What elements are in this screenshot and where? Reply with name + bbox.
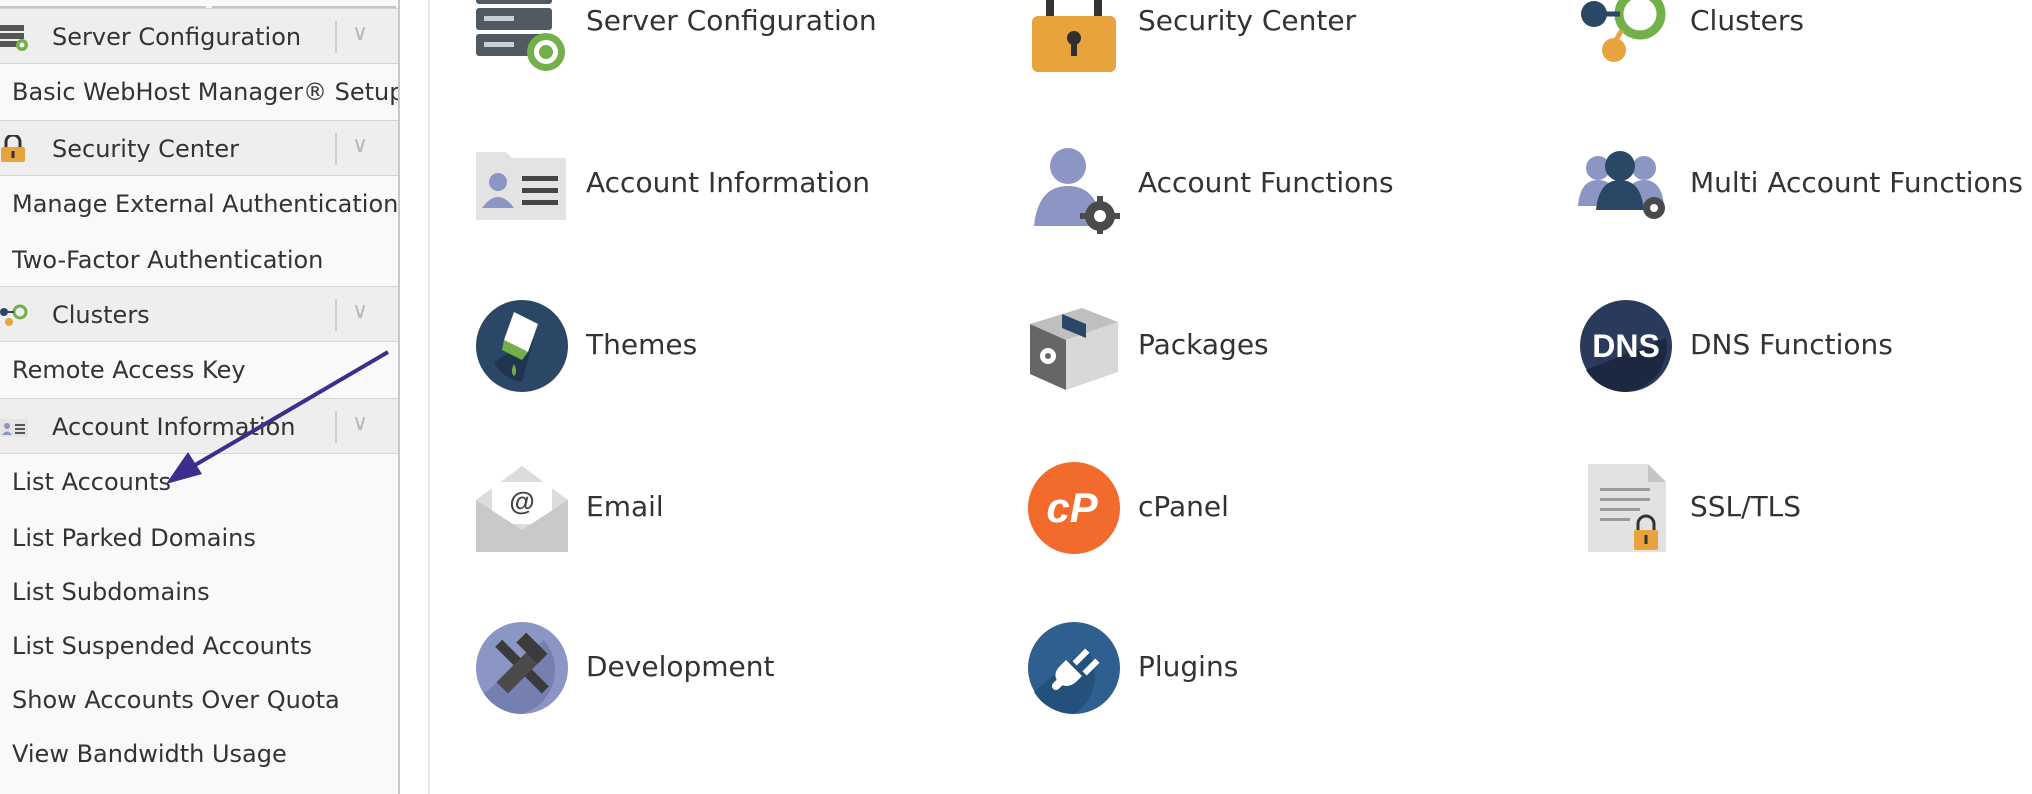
sidebar-top-edge	[0, 0, 398, 8]
tile-security-center[interactable]: Security Center	[1026, 0, 1446, 78]
server-config-icon	[0, 23, 30, 51]
sidebar-item-remote-access-key[interactable]: Remote Access Key	[0, 342, 398, 398]
sidebar-item-label: List Suspended Accounts	[12, 632, 313, 660]
sidebar-item-label: List Parked Domains	[12, 524, 256, 552]
sidebar-item-label: Show Accounts Over Quota	[12, 686, 340, 714]
tile-label: Security Center	[1138, 4, 1357, 37]
sidebar-item-label: List Accounts	[12, 468, 171, 496]
chevron-down-icon[interactable]: ∨	[352, 21, 368, 46]
tile-label: Email	[586, 490, 664, 523]
sidebar-item-label: List Subdomains	[12, 578, 210, 606]
sidebar-item-show-accounts-over-quota[interactable]: Show Accounts Over Quota	[0, 672, 398, 726]
tile-label: Plugins	[1138, 650, 1239, 683]
sidebar-item-label: Manage External Authentications	[12, 190, 400, 218]
tile-email[interactable]: @ Email	[474, 460, 894, 560]
sidebar-category-account-information[interactable]: Account Information ∨	[0, 398, 398, 454]
multi-user-gear-icon	[1578, 138, 1674, 234]
chevron-down-icon[interactable]: ∨	[352, 299, 368, 324]
plug-icon	[1026, 620, 1122, 716]
tile-label: cPanel	[1138, 490, 1229, 523]
tile-label: Server Configuration	[586, 4, 877, 37]
envelope-icon: @	[474, 460, 570, 556]
category-divider	[335, 21, 337, 53]
sidebar-item-list-subdomains[interactable]: List Subdomains	[0, 564, 398, 618]
tile-label: Development	[586, 650, 775, 683]
tile-account-information[interactable]: Account Information	[474, 138, 894, 238]
tile-label: Multi Account Functions	[1690, 166, 2023, 199]
clusters-icon	[0, 301, 30, 329]
sidebar-item-view-bandwidth-usage[interactable]: View Bandwidth Usage	[0, 726, 398, 780]
tile-account-functions[interactable]: Account Functions	[1026, 138, 1446, 238]
paint-brush-icon	[474, 298, 570, 394]
tile-clusters[interactable]: Clusters	[1578, 0, 1998, 78]
account-card-icon	[474, 138, 570, 234]
tile-multi-account-functions[interactable]: Multi Account Functions	[1578, 138, 2023, 238]
cpanel-logo-icon: cP	[1026, 460, 1122, 556]
category-divider	[335, 299, 337, 331]
category-divider	[335, 133, 337, 165]
tile-cpanel[interactable]: cP cPanel	[1026, 460, 1446, 560]
sidebar-item-label: Remote Access Key	[12, 356, 246, 384]
sidebar: Server Configuration ∨ Basic WebHost Man…	[0, 0, 400, 794]
sidebar-category-clusters[interactable]: Clusters ∨	[0, 286, 398, 342]
sidebar-item-basic-webhost-manager-setup[interactable]: Basic WebHost Manager® Setup	[0, 64, 398, 120]
svg-text:cP: cP	[1046, 484, 1098, 531]
sidebar-category-security-center[interactable]: Security Center ∨	[0, 120, 398, 176]
tile-label: Clusters	[1690, 4, 1804, 37]
tools-icon	[474, 620, 570, 716]
padlock-icon	[0, 133, 30, 163]
clusters-icon	[1578, 0, 1674, 74]
server-config-icon	[474, 0, 570, 74]
sidebar-category-server-configuration[interactable]: Server Configuration ∨	[0, 8, 398, 64]
tile-label: Account Functions	[1138, 166, 1394, 199]
sidebar-item-list-parked-domains[interactable]: List Parked Domains	[0, 510, 398, 564]
tile-label: Packages	[1138, 328, 1269, 361]
tile-label: SSL/TLS	[1690, 490, 1802, 523]
padlock-icon	[1026, 0, 1122, 74]
dns-icon: DNS	[1578, 298, 1674, 394]
sidebar-category-label: Account Information	[52, 413, 296, 441]
svg-text:DNS: DNS	[1592, 328, 1660, 364]
tile-dns-functions[interactable]: DNS DNS Functions	[1578, 298, 1998, 398]
category-divider	[335, 411, 337, 443]
sidebar-menu: Server Configuration ∨ Basic WebHost Man…	[0, 8, 398, 780]
sidebar-item-label: Basic WebHost Manager® Setup	[12, 78, 400, 106]
sidebar-item-two-factor-authentication[interactable]: Two-Factor Authentication	[0, 232, 398, 286]
sidebar-item-label: Two-Factor Authentication	[12, 246, 324, 274]
tile-label: Account Information	[586, 166, 871, 199]
account-card-icon	[0, 413, 30, 441]
sidebar-item-list-accounts[interactable]: List Accounts	[0, 454, 398, 510]
tile-themes[interactable]: Themes	[474, 298, 894, 398]
tile-packages[interactable]: Packages	[1026, 298, 1446, 398]
tile-server-configuration[interactable]: Server Configuration	[474, 0, 894, 78]
sidebar-category-label: Server Configuration	[52, 23, 302, 51]
chevron-down-icon[interactable]: ∨	[352, 411, 368, 436]
tile-label: DNS Functions	[1690, 328, 1893, 361]
svg-text:@: @	[509, 486, 534, 516]
content-divider	[428, 0, 430, 794]
sidebar-item-list-suspended-accounts[interactable]: List Suspended Accounts	[0, 618, 398, 672]
tile-label: Themes	[586, 328, 698, 361]
chevron-down-icon[interactable]: ∨	[352, 133, 368, 158]
tile-plugins[interactable]: Plugins	[1026, 620, 1446, 720]
ssl-certificate-icon	[1578, 460, 1674, 556]
package-box-icon	[1026, 298, 1122, 394]
tile-ssl-tls[interactable]: SSL/TLS	[1578, 460, 1998, 560]
sidebar-category-label: Security Center	[52, 135, 239, 163]
sidebar-item-manage-external-authentications[interactable]: Manage External Authentications	[0, 176, 398, 232]
sidebar-category-label: Clusters	[52, 301, 150, 329]
user-gear-icon	[1026, 138, 1122, 234]
tile-development[interactable]: Development	[474, 620, 894, 720]
sidebar-item-label: View Bandwidth Usage	[12, 740, 287, 768]
